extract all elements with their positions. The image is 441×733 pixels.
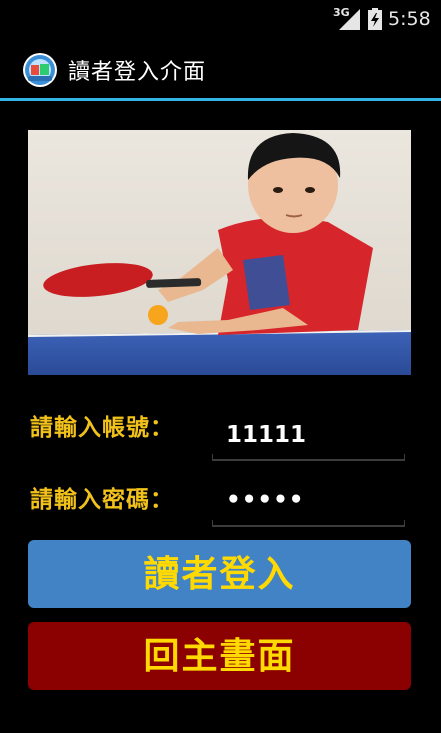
password-input[interactable] [212,478,405,522]
action-bar: 讀者登入介面 [0,38,441,98]
back-to-home-button[interactable]: 回主畫面 [28,622,411,690]
app-title: 讀者登入介面 [68,60,207,85]
account-label: 請輸入帳號： [30,415,174,441]
action-bar-divider [0,98,441,101]
status-bar: 3G 5:58 [0,0,441,38]
account-input-underline [212,454,405,461]
battery-icon [368,8,382,30]
account-input[interactable] [212,413,405,457]
reader-login-button[interactable]: 讀者登入 [28,540,411,608]
app-logo-icon[interactable] [20,51,60,89]
reader-photo [28,130,411,375]
status-time: 5:58 [388,8,431,30]
password-input-underline [212,520,405,527]
signal-icon: 3G [333,6,361,32]
password-label: 請輸入密碼： [30,487,174,513]
